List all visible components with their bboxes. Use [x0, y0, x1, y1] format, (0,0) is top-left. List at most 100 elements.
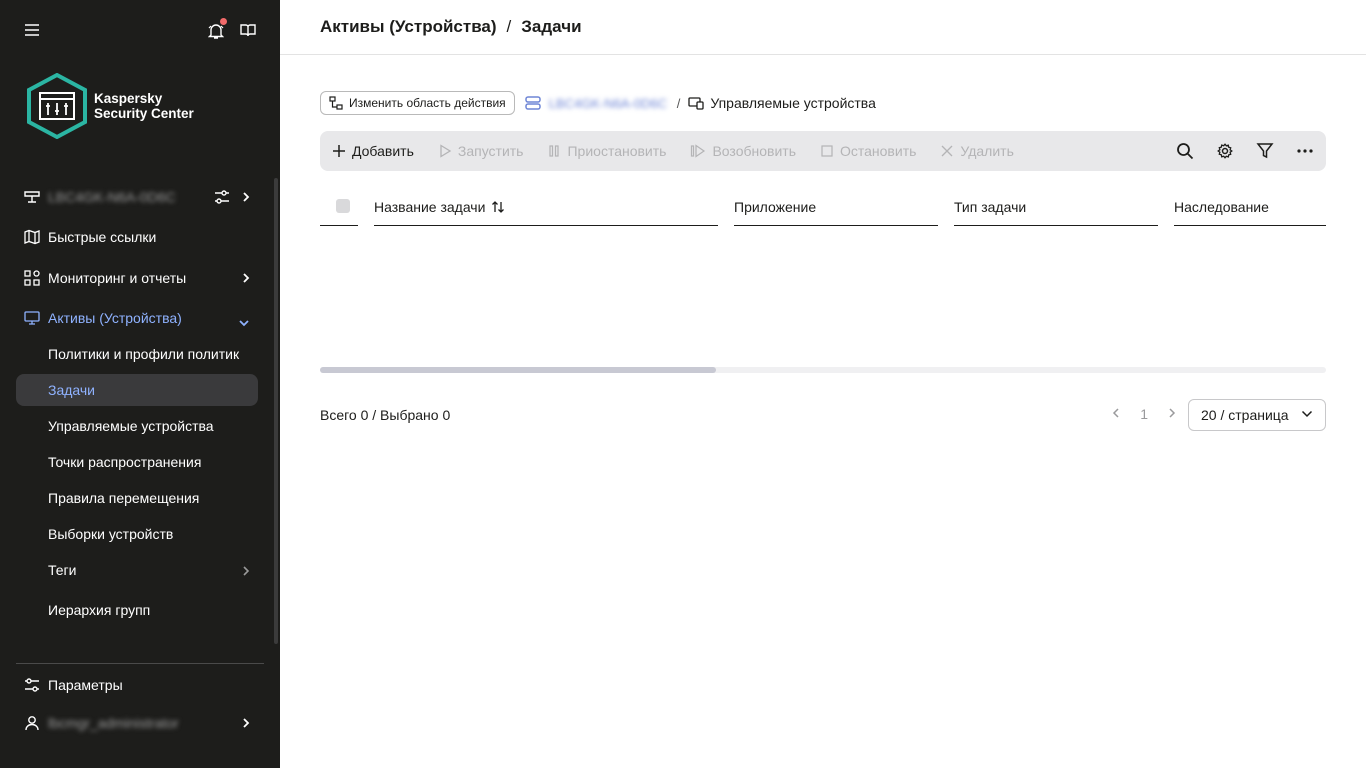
monitor-icon — [24, 310, 40, 326]
search-icon[interactable] — [1176, 142, 1194, 163]
start-button[interactable]: Запустить — [438, 143, 523, 159]
policies-label: Политики и профили политик — [48, 346, 240, 362]
breadcrumb-assets[interactable]: Активы (Устройства) — [320, 17, 497, 37]
breadcrumb: Активы (Устройства) / Задачи — [320, 17, 582, 37]
current-page[interactable]: 1 — [1140, 406, 1148, 422]
column-task-name-label: Название задачи — [374, 198, 486, 215]
server-icon — [24, 189, 40, 205]
tags-label: Теги — [48, 562, 77, 578]
scope-path: LBC4GK-N6A-0D6C — [524, 96, 669, 111]
toolbar-actions — [1176, 142, 1314, 163]
sidebar-item-assets[interactable]: Активы (Устройства) — [16, 302, 258, 334]
column-task-name[interactable]: Название задачи — [374, 188, 718, 226]
table-footer: Всего 0 / Выбрано 0 1 20 / страница — [320, 399, 1326, 431]
chevron-right-icon — [242, 716, 250, 732]
sidebar-item-monitoring[interactable]: Мониторинг и отчеты — [16, 262, 258, 294]
page-header: Активы (Устройства) / Задачи — [280, 0, 1366, 55]
plus-icon — [333, 145, 345, 157]
stop-icon — [821, 145, 833, 157]
filter-icon[interactable] — [1256, 142, 1274, 163]
notifications-bell-icon[interactable] — [207, 18, 227, 45]
chevron-right-icon — [242, 564, 250, 580]
close-icon — [941, 145, 953, 157]
kaspersky-logo[interactable]: Kaspersky Security Center — [26, 72, 266, 140]
assets-label: Активы (Устройства) — [48, 310, 182, 326]
column-inheritance-label: Наследование — [1174, 198, 1269, 215]
add-button[interactable]: Добавить — [332, 143, 414, 159]
chevron-right-icon — [242, 271, 250, 287]
sidebar-item-tasks[interactable]: Задачи — [16, 374, 258, 406]
chevron-down-icon — [238, 314, 250, 330]
sidebar-item-quick-links[interactable]: Быстрые ссылки — [16, 221, 258, 253]
group-hierarchy-label: Иерархия групп — [48, 602, 151, 618]
change-scope-button[interactable]: Изменить область действия — [320, 91, 515, 115]
sidebar-item-group-hierarchy[interactable]: Иерархия групп — [16, 594, 258, 626]
stop-label: Остановить — [839, 143, 917, 159]
filter-sliders-icon[interactable] — [214, 189, 230, 208]
prev-page-icon[interactable] — [1112, 406, 1120, 422]
select-all-checkbox[interactable] — [336, 198, 350, 213]
breadcrumb-separator: / — [506, 17, 512, 36]
distribution-points-label: Точки распространения — [48, 454, 202, 470]
scope-group-label: Управляемые устройства — [710, 95, 876, 111]
page-size-value: 20 / страница — [1201, 407, 1289, 423]
table-horizontal-scrollbar[interactable] — [320, 367, 1326, 373]
total-selected-count: Всего 0 / Выбрано 0 — [320, 407, 451, 423]
settings-label: Параметры — [48, 677, 123, 693]
server-stack-icon — [524, 96, 541, 110]
quick-links-label: Быстрые ссылки — [48, 229, 157, 245]
help-book-icon[interactable] — [240, 23, 256, 42]
sidebar-item-user[interactable]: lbcmgr_administrator — [16, 707, 258, 739]
logo-line2: Security Center — [94, 106, 194, 121]
page-size-select[interactable]: 20 / страница — [1188, 399, 1326, 431]
column-application[interactable]: Приложение — [734, 188, 938, 226]
sidebar-item-settings[interactable]: Параметры — [16, 669, 258, 701]
next-page-icon[interactable] — [1168, 406, 1176, 422]
chevron-down-icon — [1301, 410, 1313, 418]
pause-icon — [549, 145, 560, 157]
column-task-type-label: Тип задачи — [954, 198, 1027, 215]
settings-sliders-icon — [24, 677, 40, 693]
map-icon — [24, 229, 40, 245]
delete-button[interactable]: Удалить — [940, 143, 1014, 159]
scope-group: Управляемые устройства — [688, 95, 876, 111]
gear-icon[interactable] — [1216, 142, 1234, 163]
column-task-type[interactable]: Тип задачи — [954, 188, 1158, 226]
column-application-label: Приложение — [734, 198, 817, 215]
stop-button[interactable]: Остановить — [820, 143, 916, 159]
sidebar: Kaspersky Security Center LBC4GK-N6A-0D6… — [0, 0, 280, 768]
add-label: Добавить — [352, 143, 414, 159]
notification-dot — [220, 18, 227, 25]
sidebar-item-managed-devices[interactable]: Управляемые устройства — [16, 410, 258, 442]
sidebar-item-moving-rules[interactable]: Правила перемещения — [16, 482, 258, 514]
resume-icon — [691, 144, 706, 158]
tasks-label: Задачи — [48, 382, 96, 398]
scope-separator: / — [676, 95, 681, 111]
change-scope-label: Изменить область действия — [349, 96, 506, 110]
pause-button[interactable]: Приостановить — [547, 143, 666, 159]
dashboard-icon — [24, 270, 40, 286]
sidebar-server-selector[interactable]: LBC4GK-N6A-0D6C — [16, 181, 258, 213]
sidebar-item-distribution-points[interactable]: Точки распространения — [16, 446, 258, 478]
hamburger-menu-icon[interactable] — [24, 22, 40, 43]
hierarchy-icon — [329, 96, 343, 110]
user-icon — [24, 715, 40, 731]
pause-label: Приостановить — [567, 143, 667, 159]
play-icon — [440, 144, 452, 158]
sidebar-scrollbar[interactable] — [274, 178, 278, 644]
tasks-table-header: Название задачи Приложение Тип задачи На… — [320, 188, 1326, 226]
page-title: Задачи — [521, 17, 582, 36]
sidebar-item-tags[interactable]: Теги — [16, 554, 258, 586]
scrollbar-thumb[interactable] — [320, 367, 716, 373]
moving-rules-label: Правила перемещения — [48, 490, 200, 506]
logo-line1: Kaspersky — [94, 91, 163, 106]
column-inheritance[interactable]: Наследование — [1174, 188, 1326, 226]
sidebar-item-device-selections[interactable]: Выборки устройств — [16, 518, 258, 550]
monitoring-label: Мониторинг и отчеты — [48, 270, 187, 286]
sort-icon[interactable] — [491, 200, 505, 214]
sidebar-divider — [16, 663, 264, 664]
scope-server-link[interactable]: LBC4GK-N6A-0D6C — [549, 96, 669, 111]
resume-button[interactable]: Возобновить — [690, 143, 796, 159]
more-icon[interactable] — [1296, 142, 1314, 163]
sidebar-item-policies[interactable]: Политики и профили политик — [16, 338, 258, 370]
